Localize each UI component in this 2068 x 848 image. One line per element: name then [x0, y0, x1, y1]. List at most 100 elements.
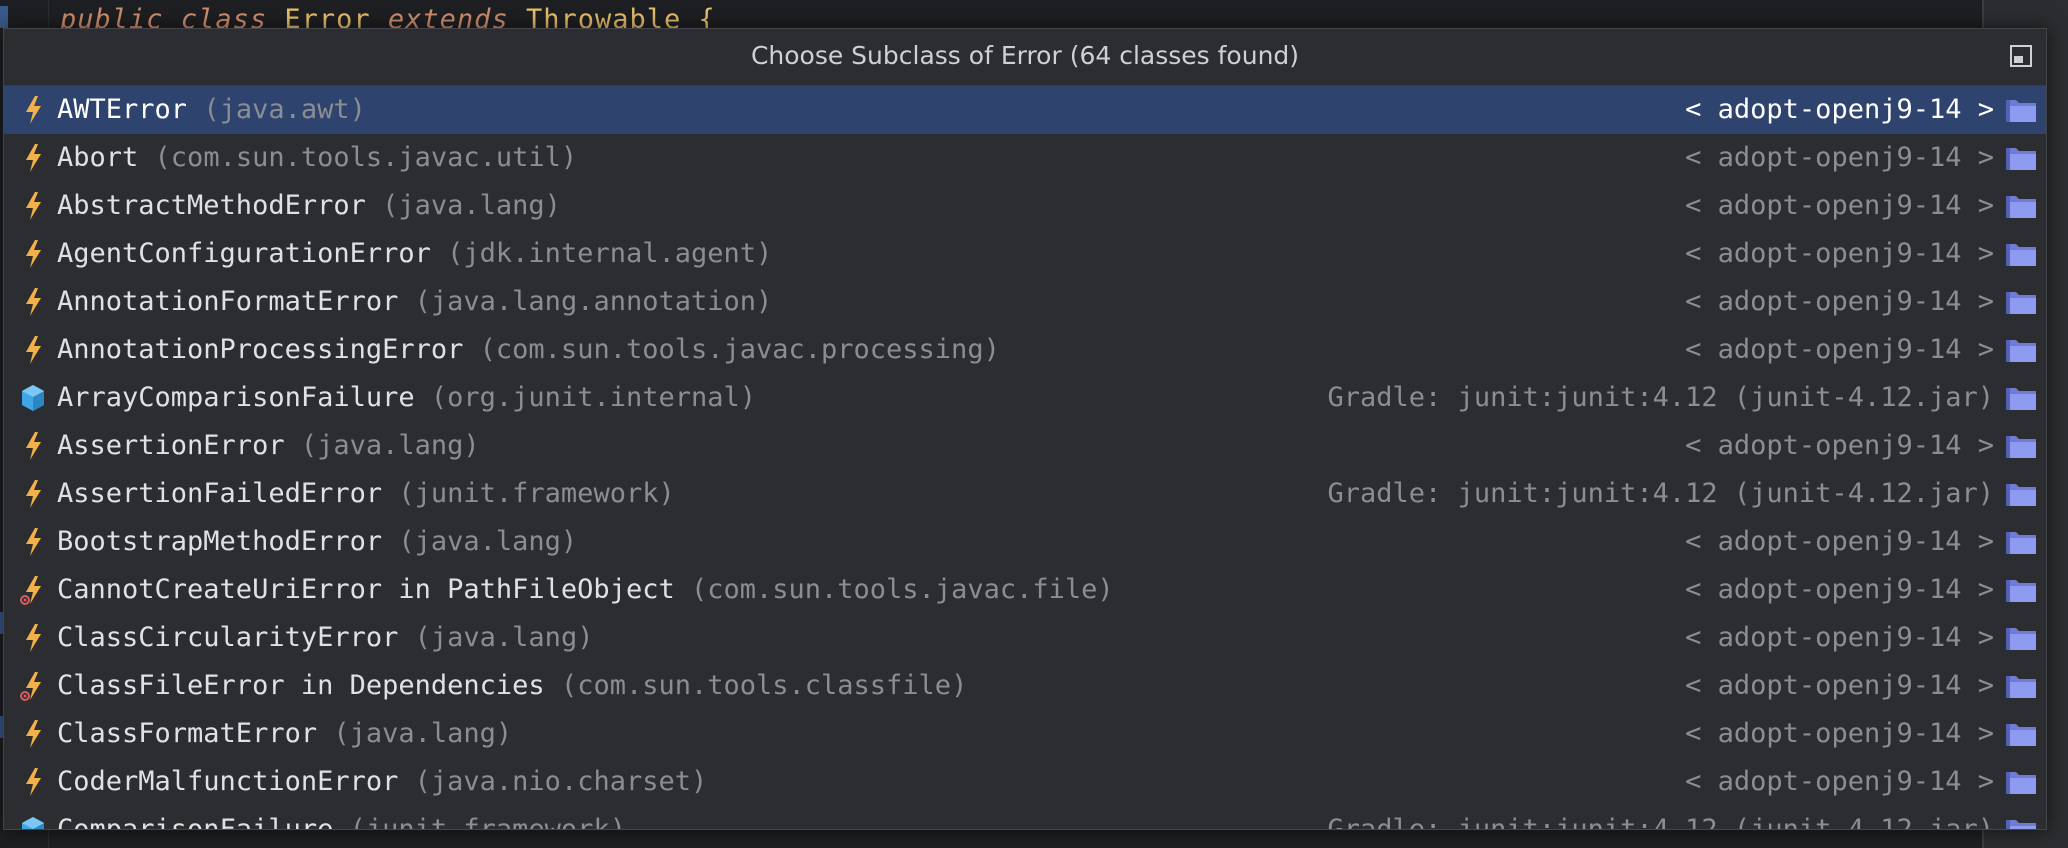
package-name: (junit.framework): [398, 478, 675, 509]
list-item[interactable]: AWTError (java.awt) < adopt-openj9-14 >: [4, 86, 2046, 134]
list-item[interactable]: ClassFormatError (java.lang) < adopt-open…: [4, 710, 2046, 758]
package-name: (java.lang.annotation): [414, 286, 773, 317]
class-name: AnnotationFormatError (java.lang.annotat…: [57, 286, 772, 317]
lightning-icon: [20, 143, 46, 173]
class-name-text: ClassCircularityError: [57, 622, 399, 653]
subclass-list: AWTError (java.awt) < adopt-openj9-14 > Ab…: [4, 86, 2046, 830]
library-location: < adopt-openj9-14 >: [1685, 334, 1994, 365]
lightning-icon: [20, 335, 46, 365]
class-name-text: BootstrapMethodError: [57, 526, 383, 557]
class-name-text: ArrayComparisonFailure: [57, 382, 415, 413]
class-name-text: ComparisonFailure: [57, 814, 334, 830]
class-icon: [20, 383, 46, 413]
class-name: BootstrapMethodError (java.lang): [57, 526, 577, 557]
list-item[interactable]: AbstractMethodError (java.lang) < adopt-o…: [4, 182, 2046, 230]
folder-icon: [2004, 624, 2038, 652]
folder-icon: [2004, 336, 2038, 364]
package-name: (java.lang): [300, 430, 480, 461]
lightning-icon: [20, 431, 46, 461]
folder-icon: [2004, 672, 2038, 700]
folder-icon: [2004, 384, 2038, 412]
package-name: (org.junit.internal): [430, 382, 756, 413]
library-location: Gradle: junit:junit:4.12 (junit-4.12.jar…: [1327, 814, 1994, 830]
list-item[interactable]: AssertionFailedError (junit.framework) Gr…: [4, 470, 2046, 518]
library-location: < adopt-openj9-14 >: [1685, 718, 1994, 749]
list-item[interactable]: BootstrapMethodError (java.lang) < adopt-…: [4, 518, 2046, 566]
package-name: (junit.framework): [349, 814, 626, 830]
list-item[interactable]: Abort (com.sun.tools.javac.util) < adopt-…: [4, 134, 2046, 182]
class-icon: [20, 815, 46, 829]
folder-icon: [2004, 720, 2038, 748]
class-name-text: AnnotationProcessingError: [57, 334, 464, 365]
list-item[interactable]: ClassFileError in Dependencies (com.sun.…: [4, 662, 2046, 710]
class-name: AWTError (java.awt): [57, 94, 366, 125]
package-name: (java.lang): [398, 526, 578, 557]
class-name-text: AnnotationFormatError: [57, 286, 399, 317]
library-location: < adopt-openj9-14 >: [1685, 94, 1994, 125]
class-name-text: AgentConfigurationError: [57, 238, 431, 269]
list-item[interactable]: AnnotationFormatError (java.lang.annotat…: [4, 278, 2046, 326]
folder-icon: [2004, 432, 2038, 460]
class-name-text: ClassFormatError: [57, 718, 318, 749]
class-name-text: ClassFileError in Dependencies: [57, 670, 545, 701]
class-name: AssertionFailedError (junit.framework): [57, 478, 675, 509]
class-name-text: AssertionFailedError: [57, 478, 383, 509]
folder-icon: [2004, 528, 2038, 556]
list-item[interactable]: ComparisonFailure (junit.framework) Gradl…: [4, 806, 2046, 830]
lightning-icon: [20, 95, 46, 125]
package-name: (com.sun.tools.javac.util): [154, 142, 578, 173]
gutter-marker: [0, 6, 8, 28]
class-name: ClassCircularityError (java.lang): [57, 622, 593, 653]
class-name: AnnotationProcessingError (com.sun.tools…: [57, 334, 1000, 365]
class-name-text: AssertionError: [57, 430, 285, 461]
list-item[interactable]: CannotCreateUriError in PathFileObject (…: [4, 566, 2046, 614]
class-name-text: AWTError: [57, 94, 188, 125]
list-item[interactable]: CoderMalfunctionError (java.nio.charset)…: [4, 758, 2046, 806]
package-name: (com.sun.tools.javac.file): [690, 574, 1114, 605]
folder-icon: [2004, 240, 2038, 268]
list-item[interactable]: AgentConfigurationError (jdk.internal.ag…: [4, 230, 2046, 278]
class-name: ComparisonFailure (junit.framework): [57, 814, 626, 830]
library-location: < adopt-openj9-14 >: [1685, 622, 1994, 653]
library-location: < adopt-openj9-14 >: [1685, 286, 1994, 317]
lightning-icon: [20, 191, 46, 221]
class-name: Abort (com.sun.tools.javac.util): [57, 142, 577, 173]
library-location: Gradle: junit:junit:4.12 (junit-4.12.jar…: [1327, 382, 1994, 413]
folder-icon: [2004, 576, 2038, 604]
class-name-text: Abort: [57, 142, 139, 173]
library-location: < adopt-openj9-14 >: [1685, 430, 1994, 461]
folder-icon: [2004, 480, 2038, 508]
library-location: < adopt-openj9-14 >: [1685, 190, 1994, 221]
lightning-icon: [20, 623, 46, 653]
class-name-text: CannotCreateUriError in PathFileObject: [57, 574, 675, 605]
package-name: (java.awt): [203, 94, 366, 125]
lightning-icon: [20, 527, 46, 557]
popup-header: Choose Subclass of Error (64 classes fou…: [4, 29, 2046, 86]
lightning-icon: [20, 239, 46, 269]
package-name: (java.lang): [414, 622, 594, 653]
class-name: CannotCreateUriError in PathFileObject (…: [57, 574, 1114, 605]
package-name: (com.sun.tools.classfile): [560, 670, 968, 701]
class-name: ClassFileError in Dependencies (com.sun.…: [57, 670, 967, 701]
lightning-icon: [20, 719, 46, 749]
lightning-icon: [20, 287, 46, 317]
class-name: AgentConfigurationError (jdk.internal.ag…: [57, 238, 772, 269]
library-location: < adopt-openj9-14 >: [1685, 574, 1994, 605]
pin-window-button[interactable]: [2010, 45, 2032, 67]
package-name: (java.nio.charset): [414, 766, 708, 797]
list-item[interactable]: ArrayComparisonFailure (org.junit.intern…: [4, 374, 2046, 422]
class-name-text: AbstractMethodError: [57, 190, 366, 221]
package-name: (java.lang): [382, 190, 561, 221]
list-item[interactable]: AnnotationProcessingError (com.sun.tools…: [4, 326, 2046, 374]
class-name: AbstractMethodError (java.lang): [57, 190, 561, 221]
list-item[interactable]: AssertionError (java.lang) < adopt-openj9…: [4, 422, 2046, 470]
lightning-inner-icon: [20, 575, 46, 605]
folder-icon: [2004, 192, 2038, 220]
class-name-text: CoderMalfunctionError: [57, 766, 399, 797]
lightning-inner-icon: [20, 671, 46, 701]
list-item[interactable]: ClassCircularityError (java.lang) < adopt…: [4, 614, 2046, 662]
folder-icon: [2004, 768, 2038, 796]
library-location: Gradle: junit:junit:4.12 (junit-4.12.jar…: [1327, 478, 1994, 509]
class-name: CoderMalfunctionError (java.nio.charset): [57, 766, 707, 797]
class-name: AssertionError (java.lang): [57, 430, 480, 461]
